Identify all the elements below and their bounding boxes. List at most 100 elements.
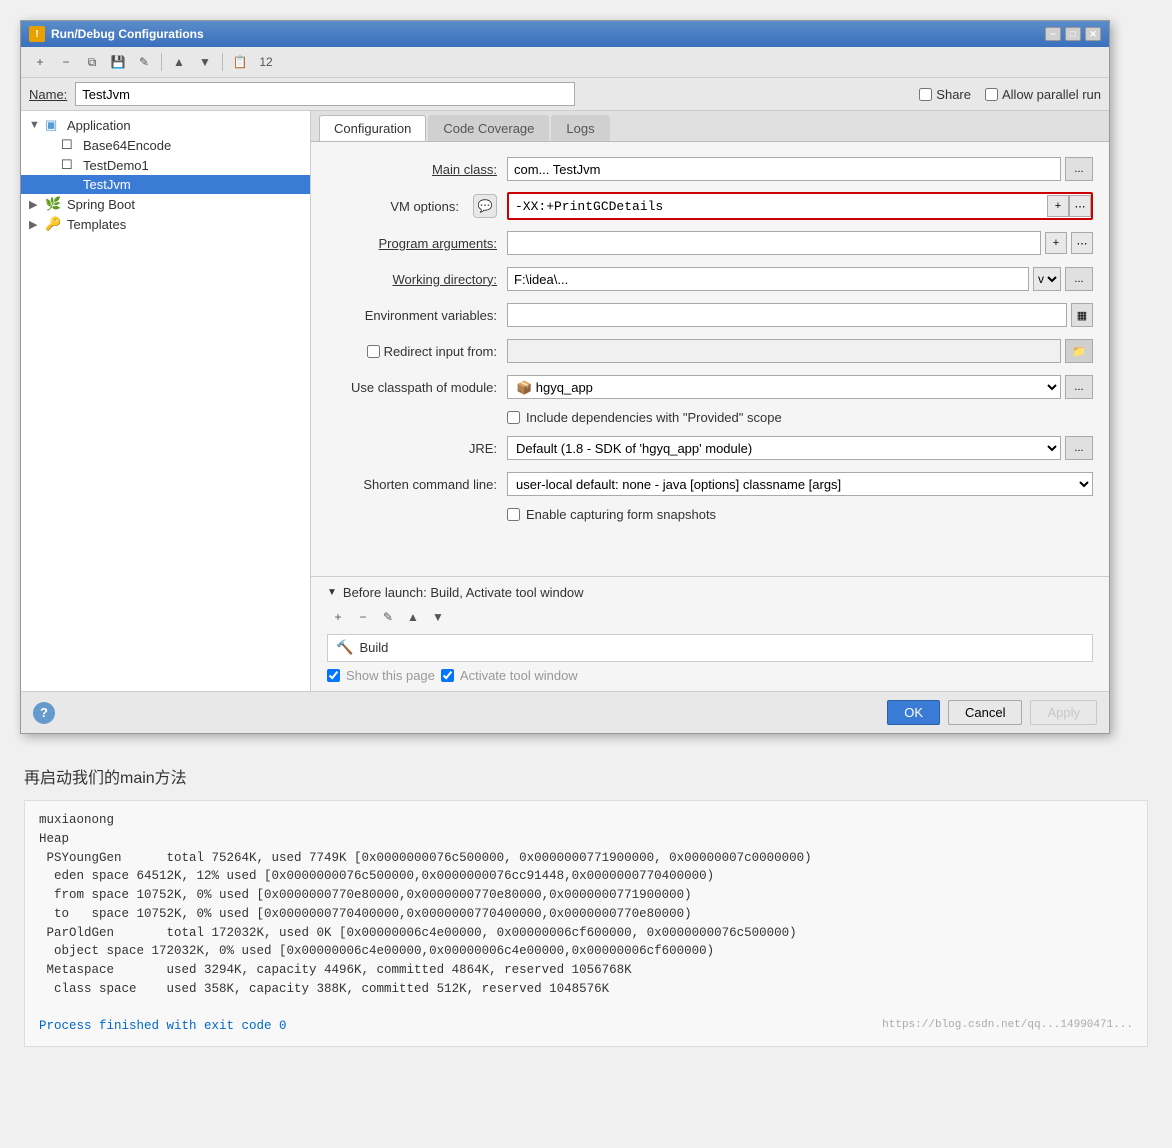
include-deps-checkbox[interactable] (507, 411, 520, 424)
before-launch-toolbar: + − ✎ ▲ ▼ (327, 606, 1093, 628)
toggle-icon: ▼ (29, 119, 45, 131)
tab-code-coverage[interactable]: Code Coverage (428, 115, 549, 141)
enable-snapshots-label[interactable]: Enable capturing form snapshots (526, 507, 716, 522)
help-button[interactable]: ? (33, 702, 55, 724)
parallel-checkbox[interactable] (985, 88, 998, 101)
working-dir-row: Working directory: v ... (327, 266, 1093, 292)
build-label: Build (359, 640, 388, 655)
enable-snapshots-checkbox[interactable] (507, 508, 520, 521)
vm-options-help-bubble[interactable]: 💬 (473, 194, 497, 218)
apply-button[interactable]: Apply (1030, 700, 1097, 725)
env-vars-edit-button[interactable]: ▦ (1071, 303, 1093, 327)
include-deps-row: Include dependencies with "Provided" sco… (507, 410, 1093, 425)
save-config-button[interactable]: 💾 (107, 51, 129, 73)
env-vars-input[interactable] (507, 303, 1067, 327)
working-dir-dropdown[interactable]: v (1033, 267, 1061, 291)
vm-options-input[interactable] (509, 194, 1047, 218)
tree-item-testjvm[interactable]: TestJvm (21, 175, 310, 194)
vm-options-extra-button[interactable]: ⋯ (1069, 195, 1091, 217)
move-up-button[interactable]: ▲ (168, 51, 190, 73)
program-args-label[interactable]: Program arguments: (327, 236, 507, 251)
footer-left: ? (33, 702, 55, 724)
dialog-footer: ? OK Cancel Apply (21, 691, 1109, 733)
share-checkbox-label[interactable]: Share (919, 87, 971, 102)
tab-logs[interactable]: Logs (551, 115, 609, 141)
maximize-button[interactable]: □ (1065, 27, 1081, 41)
title-bar: ! Run/Debug Configurations − □ ✕ (21, 21, 1109, 47)
working-dir-input[interactable] (507, 267, 1029, 291)
sort-button[interactable]: 📋 (229, 51, 251, 73)
before-launch-remove-button[interactable]: − (352, 606, 374, 628)
shorten-cmd-field: user-local default: none - java [options… (507, 472, 1093, 496)
testjvm-label: TestJvm (83, 177, 131, 192)
env-vars-field: ▦ (507, 303, 1093, 327)
shorten-cmd-select[interactable]: user-local default: none - java [options… (507, 472, 1093, 496)
tree-item-springboot[interactable]: ▶ 🌿 Spring Boot (21, 194, 310, 214)
before-launch-edit-button[interactable]: ✎ (377, 606, 399, 628)
before-launch-up-button[interactable]: ▲ (402, 606, 424, 628)
app-icon: ! (29, 26, 45, 42)
redirect-browse-button[interactable]: 📁 (1065, 339, 1093, 363)
ok-button[interactable]: OK (887, 700, 940, 725)
jre-field: Default (1.8 - SDK of 'hgyq_app' module)… (507, 436, 1093, 460)
before-launch-toggle[interactable]: ▼ (327, 587, 337, 598)
before-launch-list: 🔨 Build (327, 634, 1093, 662)
program-args-extra-button[interactable]: ⋯ (1071, 232, 1093, 254)
tree-item-base64encode[interactable]: ☐ Base64Encode (21, 135, 310, 155)
redirect-checkbox[interactable] (367, 345, 380, 358)
main-class-row: Main class: ... (327, 156, 1093, 182)
move-down-button[interactable]: ▼ (194, 51, 216, 73)
redirect-label: Redirect input from: (384, 344, 497, 359)
classpath-browse-button[interactable]: ... (1065, 375, 1093, 399)
jre-browse-button[interactable]: ... (1065, 436, 1093, 460)
redirect-input-input[interactable] (507, 339, 1061, 363)
parallel-checkbox-label[interactable]: Allow parallel run (985, 87, 1101, 102)
config-icon-base64: ☐ (61, 137, 79, 153)
show-page-label: Show this page (346, 668, 435, 683)
show-page-checkbox[interactable] (327, 669, 340, 682)
program-args-input[interactable] (507, 231, 1041, 255)
add-config-button[interactable]: + (29, 51, 51, 73)
before-launch-down-button[interactable]: ▼ (427, 606, 449, 628)
config-content: Main class: ... VM options: 💬 + (311, 142, 1109, 576)
jre-select[interactable]: Default (1.8 - SDK of 'hgyq_app' module) (507, 436, 1061, 460)
program-args-add-button[interactable]: + (1045, 232, 1067, 254)
numbering-button[interactable]: 12 (255, 51, 277, 73)
toolbar-separator-2 (222, 53, 223, 71)
copy-config-button[interactable]: ⧉ (81, 51, 103, 73)
include-deps-label[interactable]: Include dependencies with "Provided" sco… (526, 410, 782, 425)
testdemo1-label: TestDemo1 (83, 158, 149, 173)
tree-item-application[interactable]: ▼ ▣ Application (21, 115, 310, 135)
share-checkbox[interactable] (919, 88, 932, 101)
minimize-button[interactable]: − (1045, 27, 1061, 41)
redirect-input-label-area: Redirect input from: (327, 344, 507, 359)
main-class-input[interactable] (507, 157, 1061, 181)
main-class-browse-button[interactable]: ... (1065, 157, 1093, 181)
classpath-row: Use classpath of module: 📦 hgyq_app ... (327, 374, 1093, 400)
main-class-label[interactable]: Main class: (327, 162, 507, 177)
vm-options-label: VM options: (390, 199, 469, 214)
cancel-button[interactable]: Cancel (948, 700, 1022, 725)
config-tree: ▼ ▣ Application ☐ Base64Encode ☐ TestDem… (21, 111, 311, 691)
env-vars-label: Environment variables: (327, 308, 507, 323)
classpath-select[interactable]: 📦 hgyq_app (507, 375, 1061, 399)
before-launch-add-button[interactable]: + (327, 606, 349, 628)
close-button[interactable]: ✕ (1085, 27, 1101, 41)
edit-config-button[interactable]: ✎ (133, 51, 155, 73)
name-label[interactable]: Name: (29, 87, 67, 102)
remove-config-button[interactable]: − (55, 51, 77, 73)
title-bar-left: ! Run/Debug Configurations (29, 26, 204, 42)
shorten-cmd-row: Shorten command line: user-local default… (327, 471, 1093, 497)
working-dir-label[interactable]: Working directory: (327, 272, 507, 287)
vm-options-expand-button[interactable]: + (1047, 195, 1069, 217)
working-dir-field: v ... (507, 267, 1093, 291)
toggle-templates: ▶ (29, 218, 45, 231)
name-input[interactable] (75, 82, 575, 106)
tree-item-templates[interactable]: ▶ 🔑 Templates (21, 214, 310, 234)
activate-window-label: Activate tool window (460, 668, 578, 683)
vm-options-label-area: VM options: 💬 (327, 194, 507, 218)
tree-item-testdemo1[interactable]: ☐ TestDemo1 (21, 155, 310, 175)
tab-configuration[interactable]: Configuration (319, 115, 426, 141)
activate-window-checkbox[interactable] (441, 669, 454, 682)
working-dir-browse-button[interactable]: ... (1065, 267, 1093, 291)
